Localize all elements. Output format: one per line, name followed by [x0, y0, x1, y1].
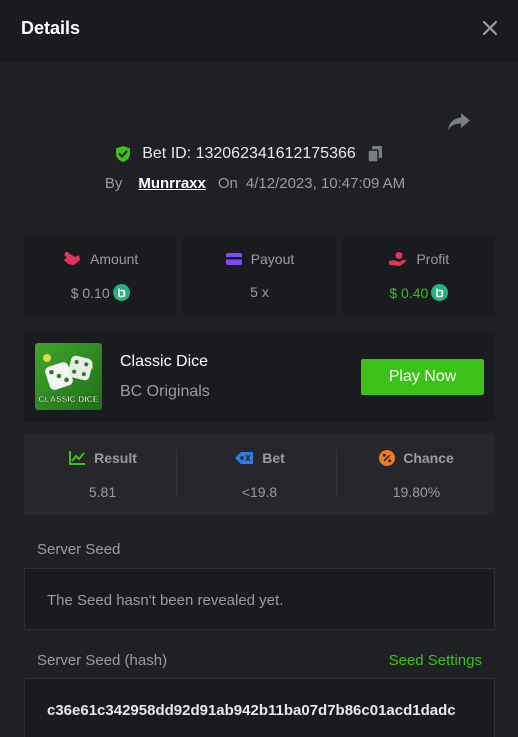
game-thumbnail[interactable]: CLASSIC DICE — [35, 343, 102, 410]
play-now-button[interactable]: Play Now — [361, 359, 484, 395]
server-seed-hash-label: Server Seed (hash) — [37, 652, 168, 669]
page-title: Details — [21, 18, 81, 38]
divider — [336, 450, 337, 496]
result-value: 5.81 — [88, 484, 117, 500]
share-icon[interactable] — [447, 110, 471, 132]
username-link[interactable]: Munrraxx — [138, 175, 206, 192]
result-chart-icon — [69, 451, 86, 465]
bet-stats: Amount $ 0.10 Payout 5 x Profit $ 0.40 — [24, 235, 495, 317]
payout-label: Payout — [250, 251, 295, 267]
details-header: Details — [0, 0, 518, 62]
amount-stat: Amount $ 0.10 — [24, 235, 177, 317]
bet-id-row: Bet ID: 132062341612175366 — [0, 143, 518, 165]
bet-stat: Bet <19.8 — [181, 433, 338, 515]
amount-icon — [64, 252, 81, 265]
bet-tag-icon — [235, 452, 254, 464]
copy-icon[interactable] — [366, 145, 384, 163]
close-icon[interactable] — [480, 18, 500, 38]
seed-settings-link[interactable]: Seed Settings — [389, 652, 482, 669]
on-label: On — [217, 174, 238, 192]
shield-check-icon — [116, 146, 131, 162]
payout-value: 5 x — [250, 284, 269, 300]
profit-stat: Profit $ 0.40 — [342, 235, 495, 317]
game-thumbnail-text: CLASSIC DICE — [39, 394, 99, 404]
payout-stat: Payout 5 x — [183, 235, 336, 317]
server-seed-hash-box[interactable]: c36e61c342958dd92d91ab942b11ba07d7b86c01… — [24, 678, 495, 737]
game-provider: BC Originals — [120, 383, 210, 400]
result-label: Result — [94, 450, 137, 466]
bet-id: Bet ID: 132062341612175366 — [142, 145, 356, 162]
server-seed-label: Server Seed — [37, 541, 121, 558]
server-seed-box: The Seed hasn't been revealed yet. — [24, 568, 495, 630]
bet-label: Bet — [262, 450, 285, 466]
coin-icon — [431, 284, 449, 301]
server-seed-value: The Seed hasn't been revealed yet. — [47, 592, 284, 609]
profit-value: $ 0.40 — [389, 284, 429, 301]
chance-percent-icon — [379, 450, 396, 466]
amount-value: $ 0.10 — [70, 284, 110, 301]
chance-stat: Chance 19.80% — [338, 433, 495, 515]
chance-value: 19.80% — [392, 484, 441, 500]
chance-label: Chance — [403, 450, 454, 466]
server-seed-hash-value[interactable]: c36e61c342958dd92d91ab942b11ba07d7b86c01… — [47, 702, 473, 719]
profit-label: Profit — [416, 251, 450, 267]
divider — [176, 450, 177, 496]
result-stat: Result 5.81 — [24, 433, 181, 515]
by-label: By — [104, 174, 123, 192]
bet-value: <19.8 — [241, 484, 278, 500]
amount-label: Amount — [90, 251, 139, 267]
game-name: Classic Dice — [120, 353, 209, 370]
result-panel: Result 5.81 Bet <19.8 Chance 19.80% — [24, 433, 495, 515]
payout-wallet-icon — [225, 253, 242, 265]
profit-hand-icon — [389, 252, 407, 266]
bet-date: 4/12/2023, 10:47:09 AM — [245, 174, 406, 192]
bet-author-row: By Munrraxx On 4/12/2023, 10:47:09 AM — [0, 172, 514, 194]
game-card: CLASSIC DICE Classic Dice BC Originals P… — [24, 332, 495, 422]
coin-icon — [112, 284, 130, 301]
